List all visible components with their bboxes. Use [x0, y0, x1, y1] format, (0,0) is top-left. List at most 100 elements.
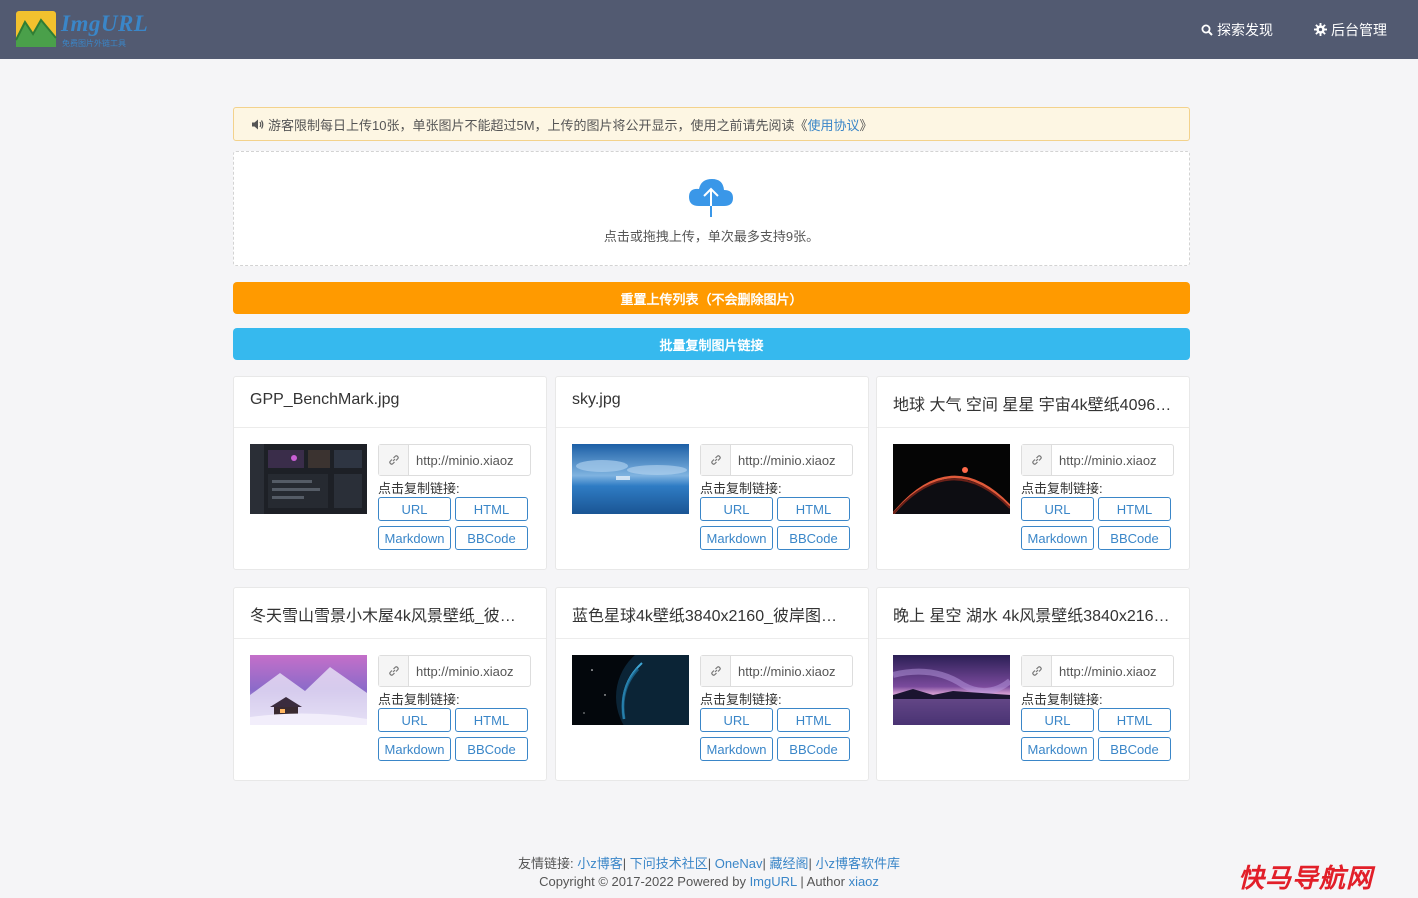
cloud-upload-icon: [689, 179, 733, 217]
author-link[interactable]: xiaoz: [849, 874, 879, 889]
friend-link[interactable]: 小z博客: [577, 856, 623, 871]
friend-link[interactable]: OneNav: [715, 856, 763, 871]
friend-link[interactable]: 小z博客软件库: [815, 856, 900, 871]
copy-html-button[interactable]: HTML: [777, 497, 850, 521]
link-icon: [1022, 656, 1052, 686]
copy-markdown-button[interactable]: Markdown: [378, 526, 451, 550]
nav-explore-label: 探索发现: [1217, 21, 1273, 38]
link-input[interactable]: [731, 445, 852, 475]
image-card: 晚上 星空 湖水 4k风景壁纸3840x216… 点击复制链接: URL HTM…: [876, 587, 1190, 781]
notice-banner: 游客限制每日上传10张，单张图片不能超过5M，上传的图片将公开显示，使用之前请先…: [233, 107, 1190, 141]
link-input[interactable]: [1052, 656, 1173, 686]
link-input[interactable]: [409, 656, 530, 686]
top-navbar: ImgURL 免费图片外链工具 探索发现 后台管理: [0, 0, 1418, 59]
copy-markdown-button[interactable]: Markdown: [700, 737, 773, 761]
watermark: 快马导航网: [1238, 863, 1374, 893]
link-icon: [701, 656, 731, 686]
speaker-icon: [252, 119, 264, 129]
link-field[interactable]: [1021, 655, 1174, 687]
copy-url-button[interactable]: URL: [700, 497, 773, 521]
copy-html-button[interactable]: HTML: [455, 497, 528, 521]
copy-html-button[interactable]: HTML: [1098, 708, 1171, 732]
copy-label: 点击复制链接:: [378, 692, 460, 707]
link-field[interactable]: [700, 655, 853, 687]
link-icon: [379, 656, 409, 686]
notice-suffix: 》: [859, 117, 873, 133]
image-thumbnail[interactable]: [572, 444, 689, 514]
link-field[interactable]: [700, 444, 853, 476]
friend-links: 友情链接: 小z博客| 下问技术社区| OneNav| 藏经阁| 小z博客软件库: [517, 856, 900, 871]
copy-url-button[interactable]: URL: [700, 708, 773, 732]
author-label: | Author: [796, 874, 849, 889]
image-card: 地球 大气 空间 星星 宇宙4k壁纸4096… 点击复制链接: URL HTML…: [876, 376, 1190, 570]
copy-label: 点击复制链接:: [700, 692, 782, 707]
nav-admin[interactable]: 后台管理: [1314, 0, 1387, 59]
nav-admin-label: 后台管理: [1331, 21, 1387, 38]
copy-url-button[interactable]: URL: [378, 497, 451, 521]
copyright: Copyright © 2017-2022 Powered by ImgURL …: [0, 874, 1418, 889]
copy-bbcode-button[interactable]: BBCode: [1098, 526, 1171, 550]
link-icon: [1022, 445, 1052, 475]
upload-dropzone[interactable]: 点击或拖拽上传，单次最多支持9张。: [233, 151, 1190, 266]
copy-markdown-button[interactable]: Markdown: [378, 737, 451, 761]
image-thumbnail[interactable]: [893, 655, 1010, 725]
image-card: GPP_BenchMark.jpg 点击复制链接: URL HTML Markd…: [233, 376, 547, 570]
copy-html-button[interactable]: HTML: [455, 708, 528, 732]
copy-label: 点击复制链接:: [1021, 481, 1103, 496]
link-icon: [701, 445, 731, 475]
copy-markdown-button[interactable]: Markdown: [1021, 737, 1094, 761]
image-thumbnail[interactable]: [250, 444, 367, 514]
friend-link[interactable]: 下问技术社区: [630, 856, 708, 871]
link-icon: [379, 445, 409, 475]
copy-url-button[interactable]: URL: [378, 708, 451, 732]
logo-mark-icon: [15, 11, 57, 47]
copy-url-button[interactable]: URL: [1021, 497, 1094, 521]
copy-markdown-button[interactable]: Markdown: [700, 526, 773, 550]
copy-bbcode-button[interactable]: BBCode: [455, 526, 528, 550]
copy-all-links-button[interactable]: 批量复制图片链接: [233, 328, 1190, 360]
link-input[interactable]: [1052, 445, 1173, 475]
logo[interactable]: ImgURL 免费图片外链工具: [15, 8, 155, 50]
copy-bbcode-button[interactable]: BBCode: [455, 737, 528, 761]
card-title: sky.jpg: [556, 377, 868, 428]
powered-by-link[interactable]: ImgURL: [750, 874, 797, 889]
copy-html-button[interactable]: HTML: [1098, 497, 1171, 521]
upload-hint: 点击或拖拽上传，单次最多支持9张。: [603, 229, 820, 244]
nav-explore[interactable]: 探索发现: [1201, 0, 1273, 59]
friend-links-label: 友情链接:: [517, 856, 574, 871]
link-field[interactable]: [1021, 444, 1174, 476]
image-card: 蓝色星球4k壁纸3840x2160_彼岸图… 点击复制链接: URL HTML …: [555, 587, 869, 781]
card-title: 冬天雪山雪景小木屋4k风景壁纸_彼…: [234, 588, 546, 639]
friend-link[interactable]: 藏经阁: [769, 856, 808, 871]
copy-html-button[interactable]: HTML: [777, 708, 850, 732]
copyright-text: Copyright © 2017-2022 Powered by: [539, 874, 750, 889]
notice-text: 游客限制每日上传10张，单张图片不能超过5M，上传的图片将公开显示，使用之前请先…: [268, 117, 808, 133]
copy-markdown-button[interactable]: Markdown: [1021, 526, 1094, 550]
copy-label: 点击复制链接:: [700, 481, 782, 496]
card-title: GPP_BenchMark.jpg: [234, 377, 546, 428]
link-input[interactable]: [409, 445, 530, 475]
link-input[interactable]: [731, 656, 852, 686]
logo-subtitle: 免费图片外链工具: [62, 39, 126, 48]
copy-label: 点击复制链接:: [378, 481, 460, 496]
image-card: 冬天雪山雪景小木屋4k风景壁纸_彼… 点击复制链接: URL HTML Mark…: [233, 587, 547, 781]
copy-bbcode-button[interactable]: BBCode: [1098, 737, 1171, 761]
link-field[interactable]: [378, 655, 531, 687]
terms-link[interactable]: 使用协议: [808, 115, 860, 134]
image-thumbnail[interactable]: [250, 655, 367, 725]
reset-list-button[interactable]: 重置上传列表（不会删除图片）: [233, 282, 1190, 314]
search-icon: [1201, 24, 1213, 36]
card-title: 晚上 星空 湖水 4k风景壁纸3840x216…: [877, 588, 1189, 639]
copy-bbcode-button[interactable]: BBCode: [777, 526, 850, 550]
copy-url-button[interactable]: URL: [1021, 708, 1094, 732]
image-card: sky.jpg 点击复制链接: URL HTML Markdown BBCode: [555, 376, 869, 570]
link-field[interactable]: [378, 444, 531, 476]
copy-bbcode-button[interactable]: BBCode: [777, 737, 850, 761]
gear-icon: [1314, 23, 1327, 36]
logo-text: ImgURL: [61, 11, 149, 36]
copy-label: 点击复制链接:: [1021, 692, 1103, 707]
image-thumbnail[interactable]: [893, 444, 1010, 514]
image-thumbnail[interactable]: [572, 655, 689, 725]
card-title: 地球 大气 空间 星星 宇宙4k壁纸4096…: [877, 377, 1189, 428]
card-title: 蓝色星球4k壁纸3840x2160_彼岸图…: [556, 588, 868, 639]
